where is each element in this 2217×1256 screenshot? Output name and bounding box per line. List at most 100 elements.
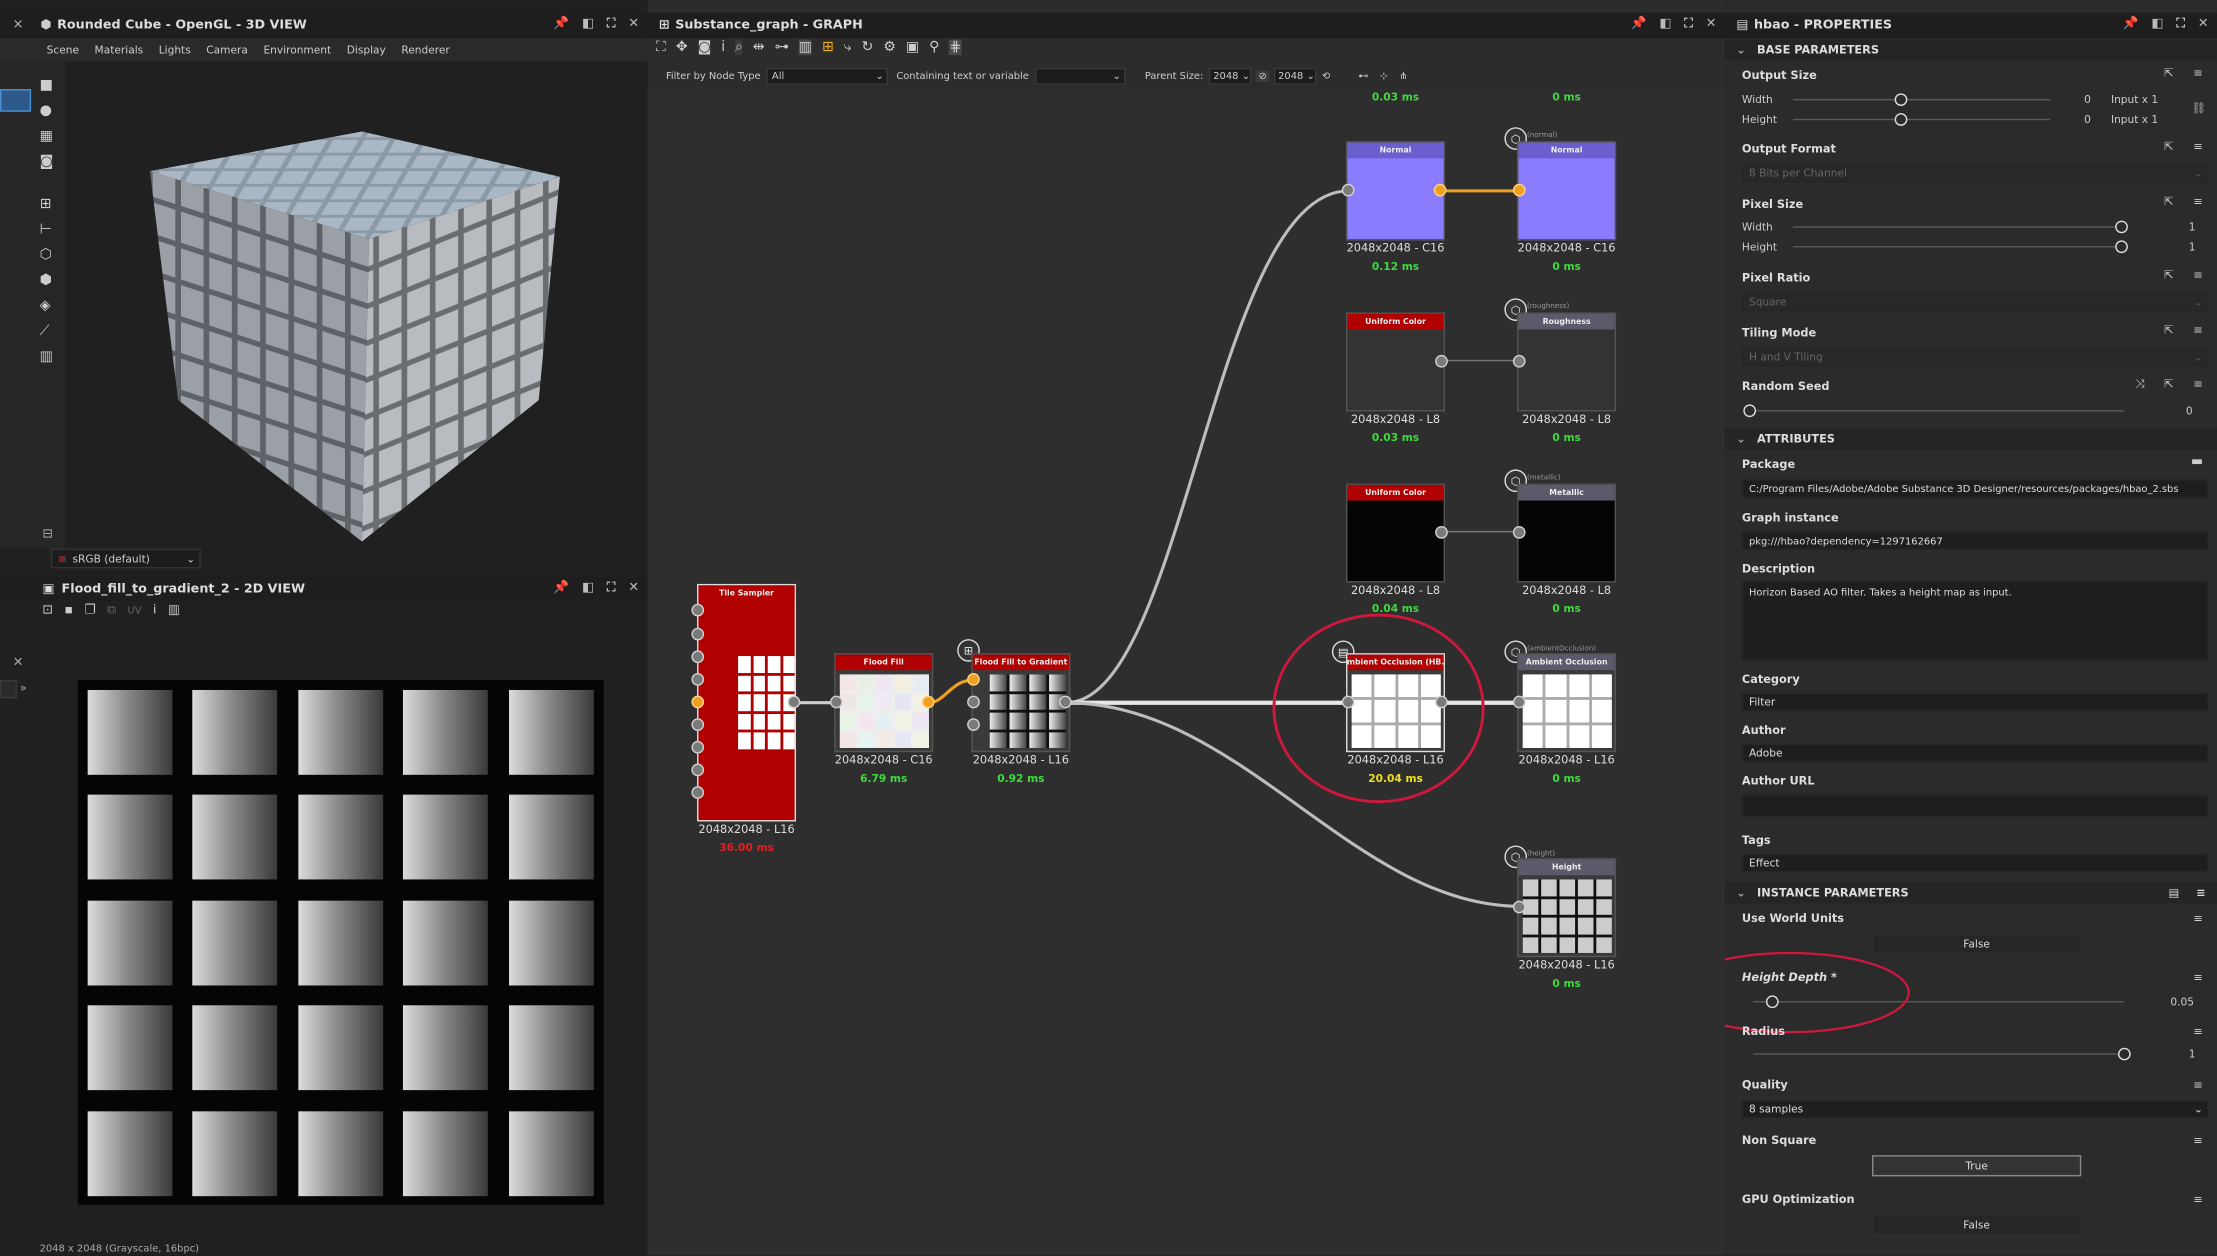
graph-instance-field[interactable]: pkg:///hbao?dependency=1297162667 xyxy=(1741,531,2209,551)
menu-lights[interactable]: Lights xyxy=(159,43,191,56)
menu-icon[interactable]: ≡ xyxy=(2193,1079,2202,1092)
graph-canvas[interactable]: 0.03 ms 0 ms Tile Sampler 2048x2048 - L1… xyxy=(647,89,1725,1256)
menu-icon[interactable]: ≡ xyxy=(2193,1025,2202,1038)
input-port[interactable] xyxy=(691,763,705,777)
float-icon[interactable]: ◧ xyxy=(582,581,594,595)
pivot-icon[interactable]: ⟋ xyxy=(40,324,54,340)
menu-icon[interactable]: ≡ xyxy=(2196,887,2205,900)
non-square-toggle[interactable]: True xyxy=(1872,1155,2082,1177)
info-icon[interactable]: i xyxy=(153,604,157,618)
close-icon[interactable]: ✕ xyxy=(13,18,24,32)
random-seed-slider[interactable] xyxy=(1753,410,2124,412)
menu-icon[interactable]: ≡ xyxy=(2193,912,2202,925)
pixel-height-slider[interactable] xyxy=(1792,246,2121,248)
maximize-icon[interactable]: ⛶ xyxy=(607,581,616,595)
input-port[interactable] xyxy=(691,695,705,709)
node-normal-output[interactable]: Normal xyxy=(1517,141,1617,241)
width-slider-knob[interactable] xyxy=(1894,93,1908,107)
node-metallic-output[interactable]: Metallic xyxy=(1517,483,1617,583)
tiling-mode-dropdown[interactable]: H and V Tiling ⌄ xyxy=(1741,347,2209,367)
random-seed-value[interactable]: 0 xyxy=(2186,404,2193,417)
link-icon[interactable]: ⇹ xyxy=(753,40,765,56)
close-icon[interactable]: ✕ xyxy=(628,581,639,595)
menu-scene[interactable]: Scene xyxy=(47,43,79,56)
link-param-icon[interactable]: ⇱ xyxy=(2164,378,2173,392)
section-instance-parameters[interactable]: ⌄ INSTANCE PARAMETERS ▤ ≡ xyxy=(1724,882,2217,904)
environment-icon[interactable]: ▦ xyxy=(40,129,54,145)
output-port[interactable] xyxy=(1435,354,1448,368)
close-icon[interactable]: ✕ xyxy=(628,17,639,31)
output-port[interactable] xyxy=(1435,695,1448,709)
pin-graph-icon[interactable]: ⊷ xyxy=(1359,71,1369,82)
width-slider[interactable] xyxy=(1792,98,2051,101)
input-port[interactable] xyxy=(691,627,705,641)
input-port[interactable] xyxy=(1512,525,1526,539)
input-port[interactable] xyxy=(691,786,705,799)
camera-icon[interactable]: ◙ xyxy=(698,40,712,56)
tree-layout-icon[interactable]: ⊞ xyxy=(822,40,834,56)
output-port[interactable] xyxy=(1435,525,1448,539)
radius-slider[interactable] xyxy=(1753,1053,2124,1055)
author-url-field[interactable] xyxy=(1741,794,2209,818)
input-port[interactable] xyxy=(829,695,843,709)
cube-render[interactable] xyxy=(65,61,645,549)
width-relative[interactable]: Input x 1 xyxy=(2111,93,2158,106)
output-port[interactable] xyxy=(787,695,801,709)
parent-size-dropdown[interactable]: 2048 ⌄ xyxy=(1208,67,1252,85)
close-icon[interactable]: ✕ xyxy=(1706,17,1717,31)
tiling-icon[interactable]: ⧉ xyxy=(107,604,116,618)
info-icon[interactable]: i xyxy=(721,40,725,56)
menu-icon[interactable]: ≡ xyxy=(2193,140,2202,153)
node-icon[interactable]: ⊹ xyxy=(1380,71,1388,82)
node-uniform-color-2[interactable]: Uniform Color xyxy=(1346,483,1446,583)
cube-view-icon[interactable]: ⬡ xyxy=(40,247,54,263)
menu-icon[interactable]: ≡ xyxy=(2193,66,2202,79)
texture-preview[interactable] xyxy=(77,680,604,1205)
gpu-optimization-toggle[interactable]: False xyxy=(1872,1214,2082,1236)
output-port[interactable] xyxy=(1433,183,1447,197)
hierarchy-icon[interactable]: ⋔ xyxy=(1399,71,1407,82)
input-port[interactable] xyxy=(691,603,705,617)
input-port[interactable] xyxy=(1341,695,1355,709)
node-height-output[interactable]: Height xyxy=(1517,858,1617,958)
bake-icon[interactable]: ▣ xyxy=(906,40,919,56)
menu-icon[interactable]: ≡ xyxy=(2193,324,2202,337)
input-port[interactable] xyxy=(1341,183,1355,197)
output-format-dropdown[interactable]: 8 Bits per Channel ⌄ xyxy=(1741,164,2209,183)
node-uniform-color-1[interactable]: Uniform Color xyxy=(1346,312,1446,412)
copy-icon[interactable]: ❐ xyxy=(84,604,95,618)
layers-icon[interactable]: ◈ xyxy=(40,298,54,314)
collapsed-panel-tab[interactable] xyxy=(0,680,17,699)
input-port[interactable] xyxy=(691,650,705,664)
maximize-icon[interactable]: ⛶ xyxy=(1684,17,1693,31)
input-port[interactable] xyxy=(691,740,705,754)
category-field[interactable]: Filter xyxy=(1741,692,2209,712)
fit-icon[interactable]: ⊡ xyxy=(42,604,53,618)
menu-environment[interactable]: Environment xyxy=(263,43,331,56)
float-icon[interactable]: ◧ xyxy=(1659,17,1671,31)
pin-icon[interactable]: 📌 xyxy=(553,581,569,595)
size-dropdown[interactable]: 2048 ⌄ xyxy=(1273,67,1317,85)
input-port[interactable] xyxy=(967,673,980,686)
tool-icon[interactable]: ⚙ xyxy=(883,40,896,56)
filter-dropdown[interactable]: All ⌄ xyxy=(766,67,888,85)
input-port[interactable] xyxy=(1512,354,1526,368)
input-port[interactable] xyxy=(1512,695,1526,709)
node-ambient-occlusion-hbao[interactable]: Ambient Occlusion (HB... xyxy=(1346,653,1446,753)
screenshot-icon[interactable]: ◙ xyxy=(40,154,54,170)
axis-icon[interactable]: ⊢ xyxy=(40,222,54,238)
tree-icon[interactable]: ⊟ xyxy=(42,527,53,541)
radius-knob[interactable] xyxy=(2118,1047,2131,1061)
node-ao-output[interactable]: Ambient Occlusion xyxy=(1517,653,1617,753)
input-port[interactable] xyxy=(691,673,705,686)
search-icon[interactable]: ⌕ xyxy=(735,39,743,56)
height-slider[interactable] xyxy=(1792,118,2051,121)
input-port[interactable] xyxy=(967,695,980,709)
radius-value[interactable]: 1 xyxy=(2189,1048,2196,1061)
save-icon[interactable]: ▪ xyxy=(64,604,73,618)
layout-icon[interactable]: ▥ xyxy=(798,39,813,56)
presets-icon[interactable]: ▤ xyxy=(2169,887,2180,900)
node-tile-sampler[interactable]: Tile Sampler xyxy=(697,583,797,822)
light-icon[interactable]: ● xyxy=(40,103,54,119)
align-icon[interactable]: ⊶ xyxy=(775,40,789,56)
